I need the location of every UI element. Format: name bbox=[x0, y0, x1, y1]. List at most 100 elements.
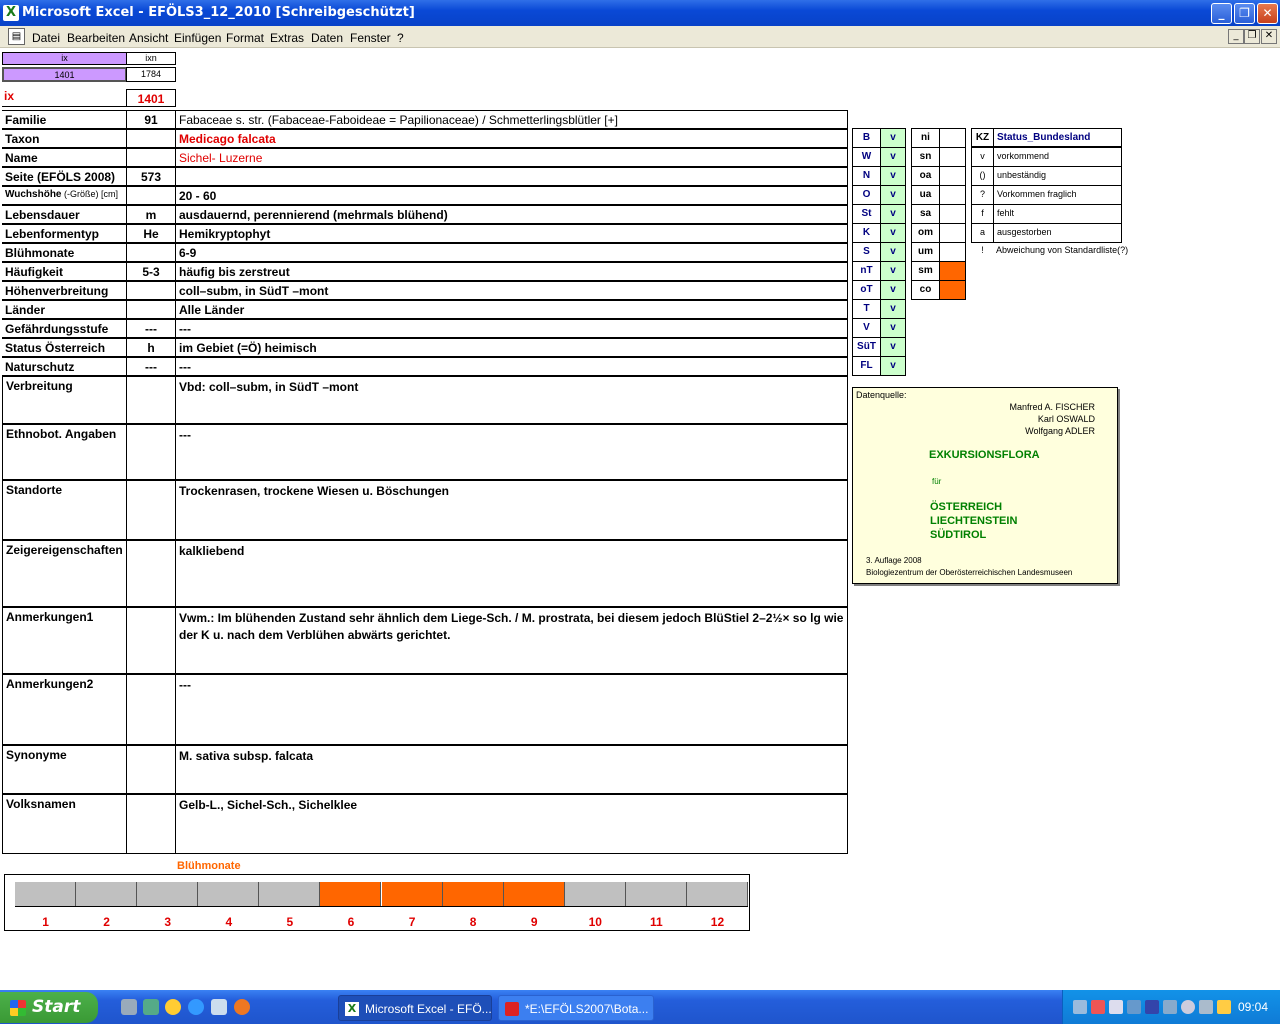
altitude-mark[interactable] bbox=[939, 280, 966, 300]
field-value[interactable]: Fabaceae s. str. (Fabaceae-Faboideae = P… bbox=[175, 110, 848, 129]
region-status[interactable]: v bbox=[880, 204, 906, 224]
region-status[interactable]: v bbox=[880, 128, 906, 148]
field-code[interactable]: 573 bbox=[126, 167, 176, 186]
region-status[interactable]: v bbox=[880, 166, 906, 186]
field-value[interactable]: Medicago falcata bbox=[175, 129, 848, 148]
long-field-value[interactable]: kalkliebend bbox=[175, 540, 848, 607]
long-field-code[interactable] bbox=[126, 674, 176, 745]
alert-icon[interactable] bbox=[1091, 1000, 1105, 1014]
menu-extras[interactable]: Extras bbox=[270, 31, 304, 45]
field-code[interactable] bbox=[126, 186, 176, 205]
field-value[interactable]: im Gebiet (=Ö) heimisch bbox=[175, 338, 848, 357]
volume-icon[interactable] bbox=[1163, 1000, 1177, 1014]
update-icon[interactable] bbox=[1217, 1000, 1231, 1014]
field-code[interactable] bbox=[126, 300, 176, 319]
firefox-icon[interactable] bbox=[234, 999, 250, 1015]
menu-bearbeiten[interactable]: Bearbeiten bbox=[67, 31, 125, 45]
field-value[interactable]: häufig bis zerstreut bbox=[175, 262, 848, 281]
altitude-mark[interactable] bbox=[939, 128, 966, 148]
start-button[interactable]: Start bbox=[0, 992, 98, 1023]
field-value[interactable]: Sichel- Luzerne bbox=[175, 148, 848, 167]
field-code[interactable] bbox=[126, 129, 176, 148]
field-code[interactable] bbox=[126, 243, 176, 262]
internet-explorer-icon[interactable] bbox=[188, 999, 204, 1015]
altitude-mark[interactable] bbox=[939, 185, 966, 205]
region-status[interactable]: v bbox=[880, 299, 906, 319]
security-shield-icon[interactable] bbox=[1145, 1000, 1159, 1014]
long-field-code[interactable] bbox=[126, 794, 176, 854]
field-value[interactable]: 20 - 60 bbox=[175, 186, 848, 205]
long-field-value[interactable]: Gelb-L., Sichel-Sch., Sichelklee bbox=[175, 794, 848, 854]
doc-close-button[interactable]: ✕ bbox=[1261, 29, 1277, 44]
field-value[interactable]: Alle Länder bbox=[175, 300, 848, 319]
long-field-code[interactable] bbox=[126, 376, 176, 424]
region-status[interactable]: v bbox=[880, 337, 906, 357]
show-desktop-icon[interactable] bbox=[121, 999, 137, 1015]
menu-help[interactable]: ? bbox=[397, 31, 404, 45]
usb-icon[interactable] bbox=[1199, 1000, 1213, 1014]
taskbar-task-excel[interactable]: X Microsoft Excel - EFÖ... bbox=[338, 995, 492, 1021]
long-field-code[interactable] bbox=[126, 480, 176, 540]
doc-restore-button[interactable]: ❐ bbox=[1244, 29, 1260, 44]
long-field-value[interactable]: Vwm.: Im blühenden Zustand sehr ähnlich … bbox=[175, 607, 848, 674]
altitude-mark[interactable] bbox=[939, 223, 966, 243]
taskbar-task-acrobat[interactable]: *E:\EFÖLS2007\Bota... bbox=[498, 995, 654, 1021]
long-field-value[interactable]: Trockenrasen, trockene Wiesen u. Böschun… bbox=[175, 480, 848, 540]
field-code[interactable]: --- bbox=[126, 319, 176, 338]
region-status[interactable]: v bbox=[880, 223, 906, 243]
menu-ansicht[interactable]: Ansicht bbox=[129, 31, 168, 45]
menu-format[interactable]: Format bbox=[226, 31, 264, 45]
field-value[interactable]: Hemikryptophyt bbox=[175, 224, 848, 243]
region-status[interactable]: v bbox=[880, 147, 906, 167]
ixn-value-cell[interactable]: 1784 bbox=[126, 67, 176, 82]
field-code[interactable] bbox=[126, 281, 176, 300]
field-code[interactable]: h bbox=[126, 338, 176, 357]
region-status[interactable]: v bbox=[880, 185, 906, 205]
field-value[interactable]: --- bbox=[175, 319, 848, 338]
info-icon[interactable] bbox=[1181, 1000, 1195, 1014]
field-value[interactable]: ausdauernd, perennierend (mehrmals blühe… bbox=[175, 205, 848, 224]
region-status[interactable]: v bbox=[880, 261, 906, 281]
document-icon[interactable]: ▤ bbox=[8, 28, 25, 45]
long-field-value[interactable]: --- bbox=[175, 424, 848, 480]
menu-einfuegen[interactable]: Einfügen bbox=[174, 31, 221, 45]
altitude-mark[interactable] bbox=[939, 242, 966, 262]
region-status[interactable]: v bbox=[880, 356, 906, 376]
region-status[interactable]: v bbox=[880, 280, 906, 300]
field-code[interactable] bbox=[126, 148, 176, 167]
field-value[interactable] bbox=[175, 167, 848, 186]
long-field-code[interactable] bbox=[126, 745, 176, 794]
altitude-mark[interactable] bbox=[939, 166, 966, 186]
network-icon[interactable] bbox=[1073, 1000, 1087, 1014]
region-status[interactable]: v bbox=[880, 242, 906, 262]
long-field-code[interactable] bbox=[126, 607, 176, 674]
field-value[interactable]: coll–subm, in SüdT –mont bbox=[175, 281, 848, 300]
media-player-icon[interactable] bbox=[165, 999, 181, 1015]
field-code[interactable]: 5-3 bbox=[126, 262, 176, 281]
minimize-button[interactable]: _ bbox=[1211, 3, 1232, 24]
field-value[interactable]: 6-9 bbox=[175, 243, 848, 262]
long-field-value[interactable]: Vbd: coll–subm, in SüdT –mont bbox=[175, 376, 848, 424]
search-icon[interactable] bbox=[1109, 1000, 1123, 1014]
long-field-value[interactable]: M. sativa subsp. falcata bbox=[175, 745, 848, 794]
ix-value-cell[interactable]: 1401 bbox=[2, 67, 127, 82]
long-field-code[interactable] bbox=[126, 540, 176, 607]
long-field-value[interactable]: --- bbox=[175, 674, 848, 745]
field-code[interactable]: m bbox=[126, 205, 176, 224]
altitude-mark[interactable] bbox=[939, 261, 966, 281]
doc-minimize-button[interactable]: _ bbox=[1228, 29, 1244, 44]
field-code[interactable]: 91 bbox=[126, 110, 176, 129]
menu-daten[interactable]: Daten bbox=[311, 31, 343, 45]
restore-button[interactable]: ❐ bbox=[1234, 3, 1255, 24]
field-value[interactable]: --- bbox=[175, 357, 848, 376]
field-code[interactable]: --- bbox=[126, 357, 176, 376]
long-field-code[interactable] bbox=[126, 424, 176, 480]
altitude-mark[interactable] bbox=[939, 147, 966, 167]
close-button[interactable]: ✕ bbox=[1257, 3, 1278, 24]
menu-fenster[interactable]: Fenster bbox=[350, 31, 391, 45]
field-code[interactable]: He bbox=[126, 224, 176, 243]
menu-datei[interactable]: Datei bbox=[32, 31, 60, 45]
region-status[interactable]: v bbox=[880, 318, 906, 338]
outlook-icon[interactable] bbox=[143, 999, 159, 1015]
altitude-mark[interactable] bbox=[939, 204, 966, 224]
